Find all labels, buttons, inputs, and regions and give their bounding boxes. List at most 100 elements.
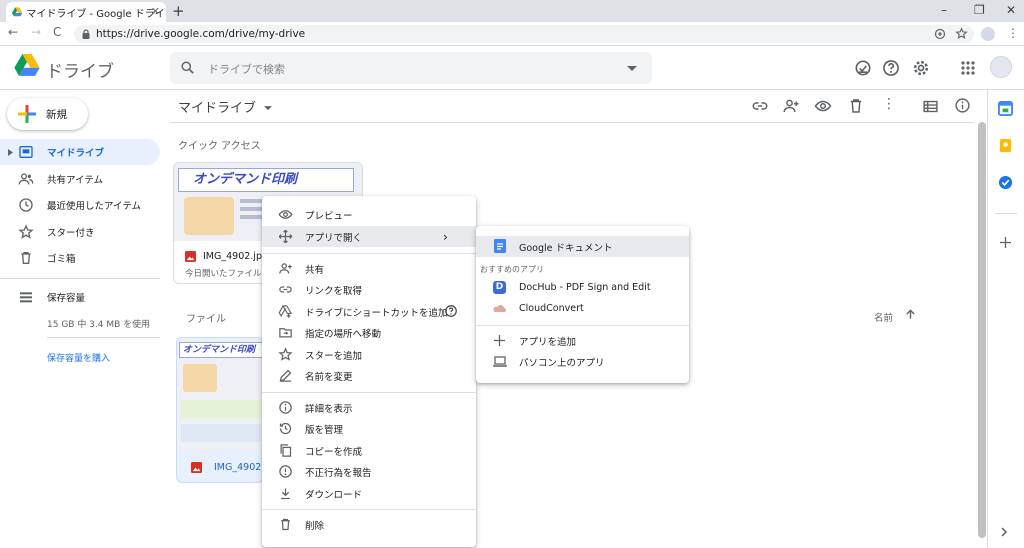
menu-item-download[interactable]: ダウンロード	[262, 483, 476, 504]
sidebar-item-trash[interactable]: ゴミ箱	[0, 245, 160, 271]
sidebar-item-label: 保存容量	[47, 293, 86, 304]
keep-icon[interactable]	[998, 138, 1013, 153]
tab-close-icon[interactable]: ✕	[151, 5, 160, 18]
calendar-icon[interactable]	[998, 101, 1013, 116]
eye-icon[interactable]	[814, 97, 832, 115]
more-actions-icon[interactable]: ⋮	[882, 96, 896, 112]
bookmark-star-icon[interactable]	[955, 27, 968, 40]
lock-icon	[82, 29, 90, 39]
menu-item-label: 名前を変更	[305, 371, 353, 383]
sidebar-item-starred[interactable]: スター付き	[0, 219, 160, 245]
google-docs-icon	[494, 239, 506, 253]
menu-item-details[interactable]: 詳細を表示	[262, 397, 476, 418]
trash-icon	[281, 518, 290, 531]
browser-menu-icon[interactable]: ⋮	[1007, 26, 1019, 40]
search-icon[interactable]	[180, 60, 195, 75]
recommended-apps-heading: おすすめのアプリ	[480, 265, 544, 274]
arrow-up-icon[interactable]	[905, 308, 916, 320]
search-options-caret-icon[interactable]	[627, 66, 637, 72]
profile-avatar[interactable]	[981, 27, 995, 41]
menu-item-move[interactable]: 指定の場所へ移動	[262, 322, 476, 343]
app-google-docs[interactable]: Google ドキュメント	[476, 236, 689, 257]
plus-colored-icon	[18, 105, 36, 123]
sidebar-item-recent[interactable]: 最近使用したアイテム	[0, 192, 160, 218]
zoom-icon[interactable]	[934, 28, 946, 40]
back-button[interactable]: ←	[8, 25, 18, 39]
clock-icon	[19, 198, 33, 212]
main-scrollbar[interactable]	[978, 122, 986, 538]
browser-tab[interactable]: マイドライブ - Google ドライブ ✕	[6, 2, 166, 22]
computer-apps-item[interactable]: パソコン上のアプリ	[476, 351, 689, 372]
buy-storage-link[interactable]: 保存容量を購入	[47, 351, 110, 364]
file-subtitle: 今日開いたファイル	[185, 269, 262, 279]
person-add-icon[interactable]	[782, 97, 800, 115]
sidebar-divider	[0, 278, 160, 279]
reload-button[interactable]: C	[53, 25, 61, 39]
menu-item-label: コピーを作成	[305, 446, 363, 458]
app-dochub[interactable]: D DocHub - PDF Sign and Edit	[476, 277, 689, 298]
menu-item-get-link[interactable]: リンクを取得	[262, 279, 476, 300]
thumb-title: オンデマンド印刷	[179, 342, 263, 358]
context-menu: プレビュー アプリで開く › 共有 リンクを取得 ドライブにショートカットを追加…	[262, 196, 476, 547]
menu-item-delete[interactable]: 削除	[262, 514, 476, 535]
sidebar-item-shared[interactable]: 共有アイテム	[0, 166, 160, 192]
settings-gear-icon[interactable]	[911, 58, 931, 78]
drive-brand[interactable]: ドライブ	[46, 57, 114, 82]
menu-item-label: 版を管理	[305, 424, 344, 436]
help-icon[interactable]	[881, 58, 901, 78]
maximize-button[interactable]: ❐	[974, 3, 985, 17]
minimize-button[interactable]: –	[941, 3, 947, 17]
apps-grid-icon[interactable]	[961, 61, 975, 75]
plus-icon[interactable]	[1000, 237, 1011, 248]
app-cloudconvert[interactable]: CloudConvert	[476, 298, 689, 319]
chevron-right-icon[interactable]	[1001, 527, 1008, 537]
trash-icon[interactable]	[847, 97, 865, 115]
address-bar[interactable]: https://drive.google.com/drive/my-drive	[74, 25, 974, 43]
info-icon[interactable]	[954, 97, 971, 114]
close-window-button[interactable]: ✕	[1006, 3, 1016, 17]
sidebar-item-label: マイドライブ	[47, 148, 105, 159]
menu-item-share[interactable]: 共有	[262, 258, 476, 279]
menu-divider	[262, 253, 476, 254]
new-tab-button[interactable]: +	[172, 2, 185, 20]
offline-status-icon[interactable]	[853, 58, 873, 78]
star-icon	[18, 224, 34, 239]
search-input[interactable]: ドライブで検索	[208, 61, 285, 77]
account-avatar[interactable]	[990, 56, 1012, 78]
sidebar-item-storage[interactable]: 保存容量	[0, 284, 160, 310]
side-panel	[987, 90, 1024, 548]
app-label: パソコン上のアプリ	[519, 357, 605, 369]
new-button[interactable]: 新規	[7, 98, 88, 130]
link-icon[interactable]	[751, 97, 769, 115]
menu-item-open-with[interactable]: アプリで開く ›	[262, 226, 476, 247]
side-panel-divider	[995, 213, 1017, 214]
file-card[interactable]: オンデマンド印刷 IMG_4902.jpg	[176, 337, 264, 483]
sidebar-item-label: 共有アイテム	[47, 175, 104, 186]
menu-item-report[interactable]: 不正行為を報告	[262, 461, 476, 482]
list-view-icon[interactable]	[922, 98, 939, 115]
expand-arrow-icon[interactable]	[8, 149, 13, 156]
help-icon[interactable]	[444, 304, 458, 318]
menu-item-add-shortcut[interactable]: ドライブにショートカットを追加	[262, 301, 476, 322]
menu-item-add-star[interactable]: スターを追加	[262, 344, 476, 365]
menu-item-label: 詳細を表示	[305, 403, 353, 415]
tab-title: マイドライブ - Google ドライブ	[26, 8, 166, 20]
thumb-table	[181, 400, 261, 418]
menu-item-preview[interactable]: プレビュー	[262, 204, 476, 225]
storage-usage-text: 15 GB 中 3.4 MB を使用	[47, 320, 151, 330]
add-app-item[interactable]: アプリを追加	[476, 330, 689, 351]
forward-button[interactable]: →	[31, 25, 41, 39]
sort-by-name[interactable]: 名前	[874, 310, 893, 324]
tasks-icon[interactable]	[998, 175, 1013, 190]
menu-item-make-copy[interactable]: コピーを作成	[262, 440, 476, 461]
menu-item-versions[interactable]: 版を管理	[262, 418, 476, 439]
report-icon	[279, 465, 292, 478]
main-divider	[170, 122, 974, 123]
file-name: IMG_4902.jpg	[214, 462, 264, 473]
menu-item-label: 削除	[305, 520, 325, 532]
sidebar-item-my-drive[interactable]: マイドライブ	[0, 139, 160, 165]
breadcrumb[interactable]: マイドライブ	[178, 97, 273, 116]
menu-item-rename[interactable]: 名前を変更	[262, 365, 476, 386]
download-icon	[281, 488, 290, 500]
drive-logo-icon[interactable]	[14, 54, 40, 77]
